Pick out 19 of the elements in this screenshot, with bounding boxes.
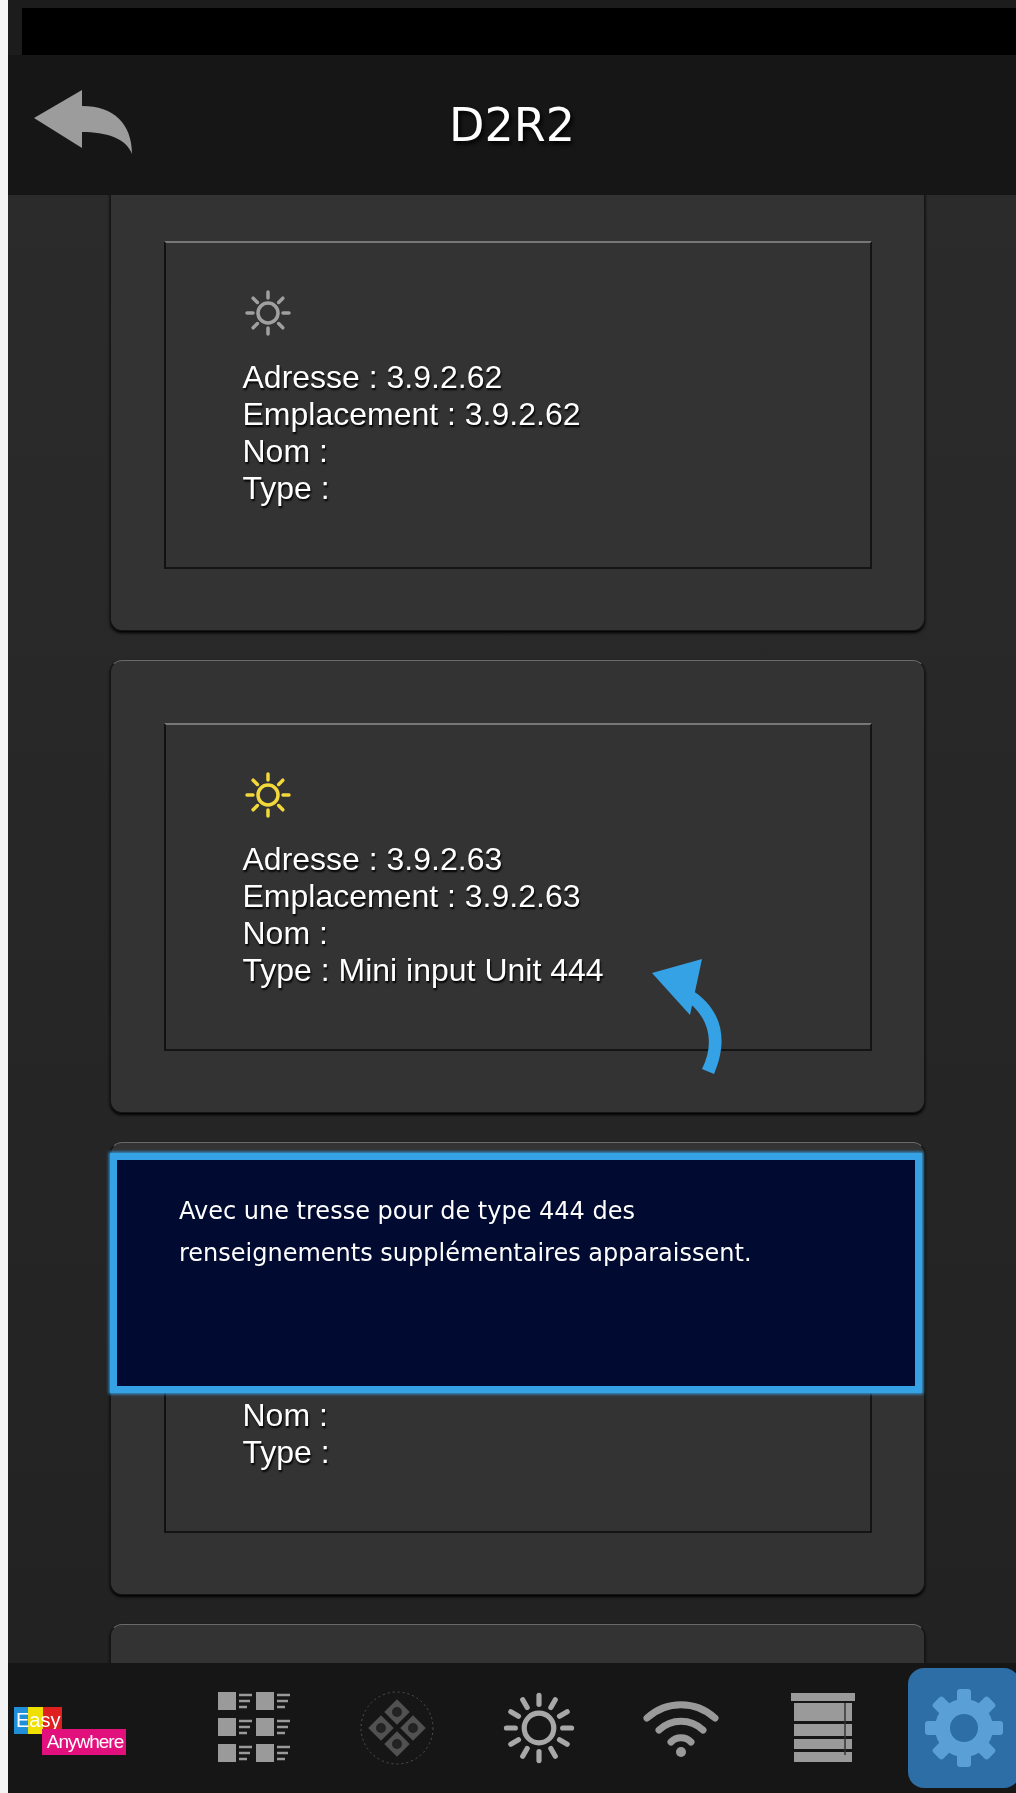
device-info: Emplacement : 3.9.2.62 xyxy=(242,395,581,433)
window-blind-icon xyxy=(791,1693,855,1763)
logo-word: Anywhere xyxy=(42,1729,126,1755)
device-info: Type : xyxy=(242,1433,330,1471)
device-info: Type : Mini input Unit 444 xyxy=(242,951,604,989)
device-info: Nom : xyxy=(242,1396,329,1434)
page-title: D2R2 xyxy=(449,98,575,152)
wifi-icon xyxy=(643,1698,719,1758)
sun-icon xyxy=(502,1691,576,1765)
device-info: Nom : xyxy=(242,432,329,470)
grid-list-icon xyxy=(218,1692,292,1764)
device-info: Type : xyxy=(242,469,331,507)
device-info: Emplacement : 3.9.2.63 xyxy=(242,877,582,915)
callout-text: Avec une tresse pour de type 444 des renseignements supplémentaires apparaissent. xyxy=(179,1196,753,1269)
device-info: Adresse : 3.9.2.62 xyxy=(242,358,504,396)
dpad-icon xyxy=(359,1690,435,1766)
device-info: Adresse : 3.9.2.63 xyxy=(242,840,504,878)
settings-icon xyxy=(923,1687,1005,1769)
device-info: Nom : xyxy=(242,914,329,952)
